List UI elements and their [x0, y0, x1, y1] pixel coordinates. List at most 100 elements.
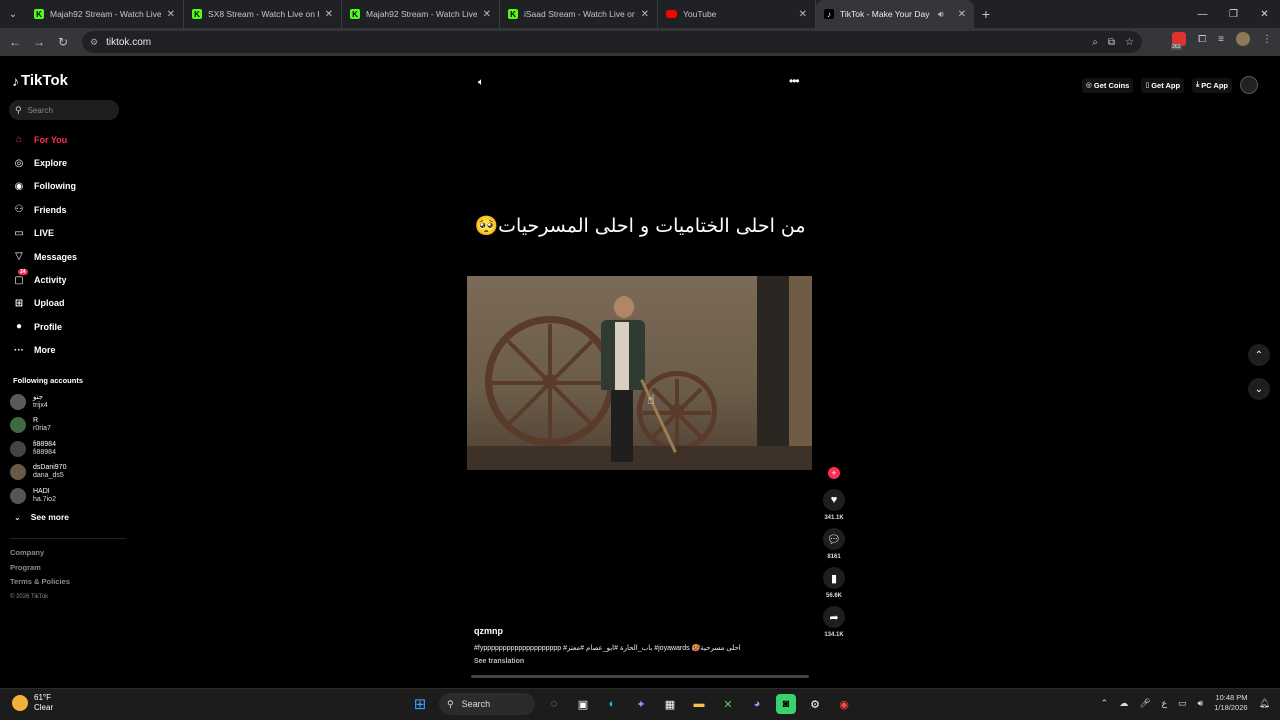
see-translation-link[interactable]: See translation — [474, 658, 814, 665]
sidebar-item-explore[interactable]: ◎ Explore — [0, 151, 130, 174]
footer-link-program[interactable]: Program — [10, 561, 70, 576]
store-icon[interactable]: ▦ — [660, 694, 680, 714]
browser-tab[interactable]: K Majah92 Stream - Watch Live o ✕ — [26, 0, 184, 28]
media-control-icon[interactable]: ≡ — [1218, 34, 1224, 45]
language-icon[interactable]: ع — [1162, 698, 1167, 709]
avatar — [10, 417, 26, 434]
steam-icon[interactable]: ⚙ — [805, 694, 825, 714]
tray-overflow-icon[interactable]: ⌃ — [1101, 698, 1109, 709]
following-account[interactable]: fi88984 fi88984 — [10, 437, 66, 461]
wheel-spoke — [675, 411, 703, 439]
sidebar-item-for-you[interactable]: ⌂ For You — [0, 128, 130, 151]
comment-icon[interactable]: 💬︎ — [823, 528, 845, 550]
get-coins-button[interactable]: ◎ Get Coins — [1081, 77, 1134, 93]
following-account[interactable]: HADI ha.7io2 — [10, 484, 66, 508]
share-icon[interactable]: ➦ — [823, 606, 845, 628]
previous-video-button[interactable]: ⌃ — [1248, 344, 1270, 366]
sidebar-item-following[interactable]: ◉ Following — [0, 175, 130, 198]
like-count: 341.1K — [824, 515, 844, 521]
notification-icon[interactable]: 🔔︎ — [1259, 698, 1270, 709]
forward-button[interactable]: → — [27, 30, 51, 54]
more-options-icon[interactable]: ••• — [789, 74, 800, 88]
sidebar-item-activity[interactable]: ▢ 24 Activity — [0, 268, 130, 291]
follow-plus-button[interactable]: + — [828, 467, 840, 479]
browser-tab[interactable]: K SX8 Stream - Watch Live on Ki ✕ — [184, 0, 342, 28]
new-tab-button[interactable]: + — [974, 0, 998, 28]
user-avatar[interactable] — [1240, 76, 1258, 94]
kick-icon: K — [34, 9, 44, 19]
sidebar-item-more[interactable]: ··· More — [0, 339, 130, 362]
see-more-button[interactable]: ⌄ See more — [14, 512, 69, 522]
install-icon[interactable]: ⧉ — [1108, 37, 1115, 48]
bookmark-star-icon[interactable]: ☆ — [1125, 37, 1134, 48]
footer-link-company[interactable]: Company — [10, 546, 70, 561]
browser-tab[interactable]: YouTube ✕ — [658, 0, 816, 28]
edge-icon[interactable]: ◐ — [602, 694, 622, 714]
weather-widget[interactable]: 61°F Clear — [12, 693, 53, 713]
pc-app-button[interactable]: ⤓ PC App — [1192, 77, 1232, 93]
video-player[interactable]: ☝ — [467, 276, 812, 470]
close-tab-icon[interactable]: ✕ — [958, 9, 966, 20]
taskbar-search[interactable]: ⚲ Search — [439, 693, 535, 715]
volume-icon[interactable]: 🔈︎ — [478, 77, 484, 88]
following-account[interactable]: dsDani970 dana_ds5 — [10, 461, 66, 485]
avatar — [10, 393, 26, 410]
tab-audio-icon[interactable]: 🔊︎ — [938, 9, 944, 20]
browser-tab[interactable]: K iSaad Stream - Watch Live on I ✕ — [500, 0, 658, 28]
start-icon[interactable]: ⊞ — [410, 694, 430, 714]
footer-link-terms[interactable]: Terms & Policies — [10, 575, 70, 590]
tab-search-icon[interactable]: ⌄ — [0, 0, 26, 28]
copilot-icon[interactable]: ✦ — [631, 694, 651, 714]
close-window-icon[interactable]: ✕ — [1249, 0, 1280, 28]
network-icon[interactable]: ▭ — [1178, 698, 1187, 709]
close-tab-icon[interactable]: ✕ — [325, 9, 333, 20]
xbox-icon[interactable]: ✕ — [718, 694, 738, 714]
task-view-icon[interactable]: ▣ — [573, 694, 593, 714]
browser-tab-active[interactable]: ♪ TikTok - Make Your Day 🔊︎ ✕ — [816, 0, 974, 28]
restore-icon[interactable]: ❐ — [1218, 0, 1249, 28]
minimize-icon[interactable]: — — [1187, 0, 1218, 28]
close-tab-icon[interactable]: ✕ — [799, 9, 807, 20]
sidebar-item-profile[interactable]: ● Profile — [0, 315, 130, 338]
following-account[interactable]: جنو trijx4 — [10, 390, 66, 414]
action-bar: + ♥ 341.1K 💬︎ 8161 ▮ 56.6K ➦ 134.1K — [822, 464, 846, 645]
file-explorer-icon[interactable]: ▬ — [689, 694, 709, 714]
app-icon[interactable]: ◙ — [776, 694, 796, 714]
chrome-icon[interactable]: ◉ — [834, 694, 854, 714]
onedrive-icon[interactable]: ☁ — [1119, 698, 1128, 709]
reload-button[interactable]: ↻ — [51, 30, 75, 54]
site-info-icon[interactable]: ⚙ — [90, 37, 98, 48]
extensions-puzzle-icon[interactable]: ⧠ — [1198, 34, 1206, 45]
clock[interactable]: 10:48 PM 1/18/2026 — [1214, 693, 1247, 713]
close-tab-icon[interactable]: ✕ — [167, 9, 175, 20]
address-bar[interactable]: ⚙ tiktok.com ⌕ ⧉ ☆ — [82, 31, 1142, 53]
speaker-icon[interactable]: 🔊︎ — [1198, 698, 1204, 709]
zoom-icon[interactable]: ⌕ — [1092, 37, 1098, 48]
chrome-menu-icon[interactable]: ⋮ — [1262, 34, 1272, 45]
profile-avatar-icon[interactable] — [1236, 32, 1250, 46]
sidebar-item-friends[interactable]: ⚇ Friends — [0, 198, 130, 221]
video-progress-bar[interactable] — [471, 675, 809, 678]
close-tab-icon[interactable]: ✕ — [483, 9, 491, 20]
microphone-icon[interactable]: 🎤︎ — [1139, 698, 1150, 709]
get-app-button[interactable]: ▯ Get App — [1141, 77, 1185, 93]
close-tab-icon[interactable]: ✕ — [641, 9, 649, 20]
widgets-icon[interactable]: ◌ — [544, 694, 564, 714]
sidebar-item-messages[interactable]: ▽ Messages — [0, 245, 130, 268]
video-author[interactable]: qzmnp — [474, 626, 814, 636]
search-input[interactable]: ⚲ Search — [9, 100, 119, 120]
back-button[interactable]: ← — [3, 30, 27, 54]
browser-tab[interactable]: K Majah92 Stream - Watch Live o ✕ — [342, 0, 500, 28]
sidebar-item-upload[interactable]: ⊞ Upload — [0, 292, 130, 315]
tab-title: TikTok - Make Your Day — [840, 9, 930, 19]
heart-icon[interactable]: ♥ — [823, 489, 845, 511]
following-account[interactable]: Rr0ria7 — [10, 414, 66, 438]
search-placeholder: Search — [27, 105, 53, 115]
tiktok-logo[interactable]: ♪ TikTok — [12, 72, 68, 89]
extension-icon[interactable]: 263 — [1171, 32, 1187, 50]
bookmark-icon[interactable]: ▮ — [823, 567, 845, 589]
discord-icon[interactable]: ◕ — [747, 694, 767, 714]
sidebar-item-label: LIVE — [34, 228, 55, 239]
next-video-button[interactable]: ⌄ — [1248, 378, 1270, 400]
sidebar-item-live[interactable]: ▭ LIVE — [0, 222, 130, 245]
